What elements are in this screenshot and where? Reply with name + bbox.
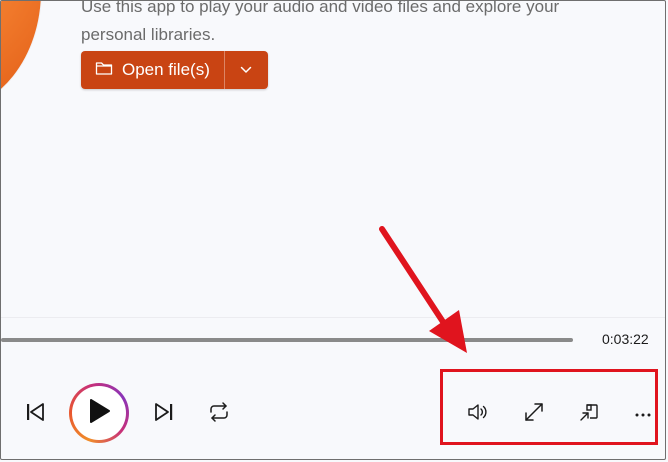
repeat-icon: [207, 401, 231, 428]
next-button[interactable]: [148, 399, 180, 429]
open-file-split-button: Open file(s): [81, 51, 268, 89]
welcome-description: Use this app to play your audio and vide…: [81, 0, 560, 44]
media-player-window: Use this app to play your audio and vide…: [0, 0, 666, 460]
skip-next-icon: [153, 402, 175, 427]
folder-icon: [95, 60, 113, 81]
open-file-label: Open file(s): [122, 60, 210, 79]
play-button-inner: [72, 386, 126, 440]
open-file-button[interactable]: Open file(s): [81, 51, 225, 89]
play-icon: [86, 397, 112, 430]
open-file-dropdown-button[interactable]: [224, 51, 268, 89]
seek-bar[interactable]: [1, 338, 573, 342]
duration-label: 0:03:22: [602, 331, 649, 347]
repeat-button[interactable]: [203, 399, 235, 429]
chevron-down-icon: [240, 61, 252, 79]
skip-previous-icon: [24, 402, 46, 427]
annotation-highlight-box: [440, 369, 658, 445]
play-button[interactable]: [69, 383, 129, 443]
previous-button[interactable]: [19, 399, 51, 429]
controls-separator: [1, 317, 665, 318]
app-logo: [1, 1, 41, 111]
